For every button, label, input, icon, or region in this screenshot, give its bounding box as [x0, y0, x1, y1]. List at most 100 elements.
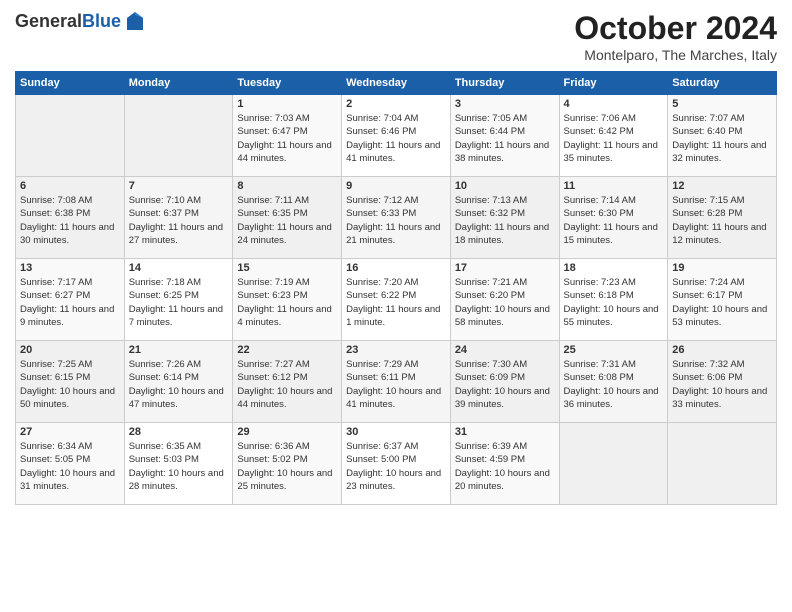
col-sunday: Sunday — [16, 72, 125, 95]
daylight: Daylight: 10 hours and 28 minutes. — [129, 468, 224, 492]
day-info: Sunrise: 7:31 AMSunset: 6:08 PMDaylight:… — [564, 358, 664, 411]
calendar-cell: 17Sunrise: 7:21 AMSunset: 6:20 PMDayligh… — [450, 259, 559, 341]
daylight: Daylight: 11 hours and 32 minutes. — [672, 140, 766, 164]
calendar-cell: 29 Sunrise: 6:36 AMSunset: 5:02 PMDayligh… — [233, 423, 342, 505]
sunrise: Sunrise: 7:21 AM — [455, 277, 527, 288]
col-wednesday: Wednesday — [342, 72, 451, 95]
daylight: Daylight: 11 hours and 38 minutes. — [455, 140, 549, 164]
calendar-cell: 23Sunrise: 7:29 AMSunset: 6:11 PMDayligh… — [342, 341, 451, 423]
location: Montelparo, The Marches, Italy — [574, 47, 777, 63]
sunrise: Sunrise: 6:35 AM — [129, 441, 201, 452]
sunrise: Sunrise: 7:12 AM — [346, 195, 418, 206]
day-info: Sunrise: 7:19 AMSunset: 6:23 PMDaylight:… — [237, 276, 337, 329]
sunset: Sunset: 6:25 PM — [129, 290, 199, 301]
sunrise: Sunrise: 7:05 AM — [455, 113, 527, 124]
calendar-cell — [668, 423, 777, 505]
sunrise: Sunrise: 6:34 AM — [20, 441, 92, 452]
calendar-cell: 6Sunrise: 7:08 AMSunset: 6:38 PMDaylight… — [16, 177, 125, 259]
day-info: Sunrise: 7:12 AMSunset: 6:33 PMDaylight:… — [346, 194, 446, 247]
calendar-week-1: 1Sunrise: 7:03 AMSunset: 6:47 PMDaylight… — [16, 95, 777, 177]
day-number: 16 — [346, 262, 446, 274]
daylight: Daylight: 10 hours and 41 minutes. — [346, 386, 441, 410]
sunset: Sunset: 6:08 PM — [564, 372, 634, 383]
daylight: Daylight: 11 hours and 35 minutes. — [564, 140, 658, 164]
sunrise: Sunrise: 7:19 AM — [237, 277, 309, 288]
day-info: Sunrise: 7:18 AMSunset: 6:25 PMDaylight:… — [129, 276, 229, 329]
sunrise: Sunrise: 7:03 AM — [237, 113, 309, 124]
day-info: Sunrise: 7:29 AMSunset: 6:11 PMDaylight:… — [346, 358, 446, 411]
day-info: Sunrise: 7:13 AMSunset: 6:32 PMDaylight:… — [455, 194, 555, 247]
calendar-cell: 24Sunrise: 7:30 AMSunset: 6:09 PMDayligh… — [450, 341, 559, 423]
calendar-cell: 3Sunrise: 7:05 AMSunset: 6:44 PMDaylight… — [450, 95, 559, 177]
sunset: Sunset: 6:46 PM — [346, 126, 416, 137]
calendar-cell: 14 Sunrise: 7:18 AMSunset: 6:25 PMDayligh… — [124, 259, 233, 341]
calendar-cell: 12Sunrise: 7:15 AMSunset: 6:28 PMDayligh… — [668, 177, 777, 259]
day-number: 17 — [455, 262, 555, 274]
day-info: Sunrise: 7:05 AMSunset: 6:44 PMDaylight:… — [455, 112, 555, 165]
sunset: Sunset: 6:09 PM — [455, 372, 525, 383]
day-number: 11 — [564, 180, 664, 192]
calendar-cell: 5Sunrise: 7:07 AMSunset: 6:40 PMDaylight… — [668, 95, 777, 177]
sunset: Sunset: 6:37 PM — [129, 208, 199, 219]
sunrise: Sunrise: 7:25 AM — [20, 359, 92, 370]
day-info: Sunrise: 7:27 AMSunset: 6:12 PMDaylight:… — [237, 358, 337, 411]
daylight: Daylight: 10 hours and 53 minutes. — [672, 304, 767, 328]
daylight: Daylight: 11 hours and 15 minutes. — [564, 222, 658, 246]
daylight: Daylight: 10 hours and 47 minutes. — [129, 386, 224, 410]
calendar-cell: 22Sunrise: 7:27 AMSunset: 6:12 PMDayligh… — [233, 341, 342, 423]
month-title: October 2024 — [574, 10, 777, 47]
daylight: Daylight: 11 hours and 24 minutes. — [237, 222, 331, 246]
day-number: 7 — [129, 180, 229, 192]
daylight: Daylight: 10 hours and 44 minutes. — [237, 386, 332, 410]
day-info: Sunrise: 7:23 AMSunset: 6:18 PMDaylight:… — [564, 276, 664, 329]
col-monday: Monday — [124, 72, 233, 95]
sunrise: Sunrise: 7:29 AM — [346, 359, 418, 370]
daylight: Daylight: 11 hours and 44 minutes. — [237, 140, 331, 164]
sunrise: Sunrise: 7:08 AM — [20, 195, 92, 206]
daylight: Daylight: 10 hours and 39 minutes. — [455, 386, 550, 410]
day-info: Sunrise: 7:30 AM Sunset: 6:09 PM Daylight:… — [455, 358, 555, 411]
day-number: 13 — [20, 262, 120, 274]
day-info: Sunrise: 7:07 AMSunset: 6:40 PMDaylight:… — [672, 112, 772, 165]
sunset: Sunset: 6:35 PM — [237, 208, 307, 219]
day-number: 14 — [129, 262, 229, 274]
daylight: Daylight: 11 hours and 12 minutes. — [672, 222, 766, 246]
day-info: Sunrise: 7:17 AMSunset: 6:27 PMDaylight:… — [20, 276, 120, 329]
daylight: Daylight: 10 hours and 20 minutes. — [455, 468, 550, 492]
day-info: Sunrise: 7:15 AMSunset: 6:28 PMDaylight:… — [672, 194, 772, 247]
sunrise: Sunrise: 7:10 AM — [129, 195, 201, 206]
day-info: Sunrise: 7:25 AMSunset: 6:15 PMDaylight:… — [20, 358, 120, 411]
sunrise: Sunrise: 7:30 AM — [455, 359, 527, 370]
calendar-cell — [16, 95, 125, 177]
day-info: Sunrise: 6:36 AMSunset: 5:02 PMDaylight:… — [237, 440, 337, 493]
calendar-cell: 21Sunrise: 7:26 AMSunset: 6:14 PMDayligh… — [124, 341, 233, 423]
day-info: Sunrise: 7:24 AMSunset: 6:17 PMDaylight:… — [672, 276, 772, 329]
sunset: Sunset: 6:38 PM — [20, 208, 90, 219]
logo-general: General — [15, 11, 82, 31]
daylight: Daylight: 11 hours and 4 minutes. — [237, 304, 331, 328]
daylight: Daylight: 11 hours and 30 minutes. — [20, 222, 114, 246]
day-number: 27 — [20, 426, 120, 438]
calendar-week-5: 27Sunrise: 6:34 AMSunset: 5:05 PMDayligh… — [16, 423, 777, 505]
calendar-week-3: 13 Sunrise: 7:17 AMSunset: 6:27 PMDayligh… — [16, 259, 777, 341]
sunset: Sunset: 6:42 PM — [564, 126, 634, 137]
calendar-week-4: 20Sunrise: 7:25 AMSunset: 6:15 PMDayligh… — [16, 341, 777, 423]
calendar-cell: 30Sunrise: 6:37 AMSunset: 5:00 PMDayligh… — [342, 423, 451, 505]
calendar-week-2: 6Sunrise: 7:08 AMSunset: 6:38 PMDaylight… — [16, 177, 777, 259]
sunrise: Sunrise: 6:36 AM — [237, 441, 309, 452]
daylight: Daylight: 11 hours and 1 minute. — [346, 304, 440, 328]
day-number: 15 — [237, 262, 337, 274]
main-container: GeneralBlue October 2024 Montelparo, The… — [0, 0, 792, 515]
sunset: Sunset: 6:18 PM — [564, 290, 634, 301]
sunrise: Sunrise: 7:17 AM — [20, 277, 92, 288]
sunset: Sunset: 6:40 PM — [672, 126, 742, 137]
day-info: Sunrise: 7:32 AMSunset: 6:06 PMDaylight:… — [672, 358, 772, 411]
header: GeneralBlue October 2024 Montelparo, The… — [15, 10, 777, 63]
calendar-cell: 1Sunrise: 7:03 AMSunset: 6:47 PMDaylight… — [233, 95, 342, 177]
logo-blue: Blue — [82, 11, 121, 31]
col-saturday: Saturday — [668, 72, 777, 95]
day-number: 29 — [237, 426, 337, 438]
logo-icon — [123, 10, 147, 34]
calendar-cell: 26Sunrise: 7:32 AMSunset: 6:06 PMDayligh… — [668, 341, 777, 423]
sunset: Sunset: 6:20 PM — [455, 290, 525, 301]
